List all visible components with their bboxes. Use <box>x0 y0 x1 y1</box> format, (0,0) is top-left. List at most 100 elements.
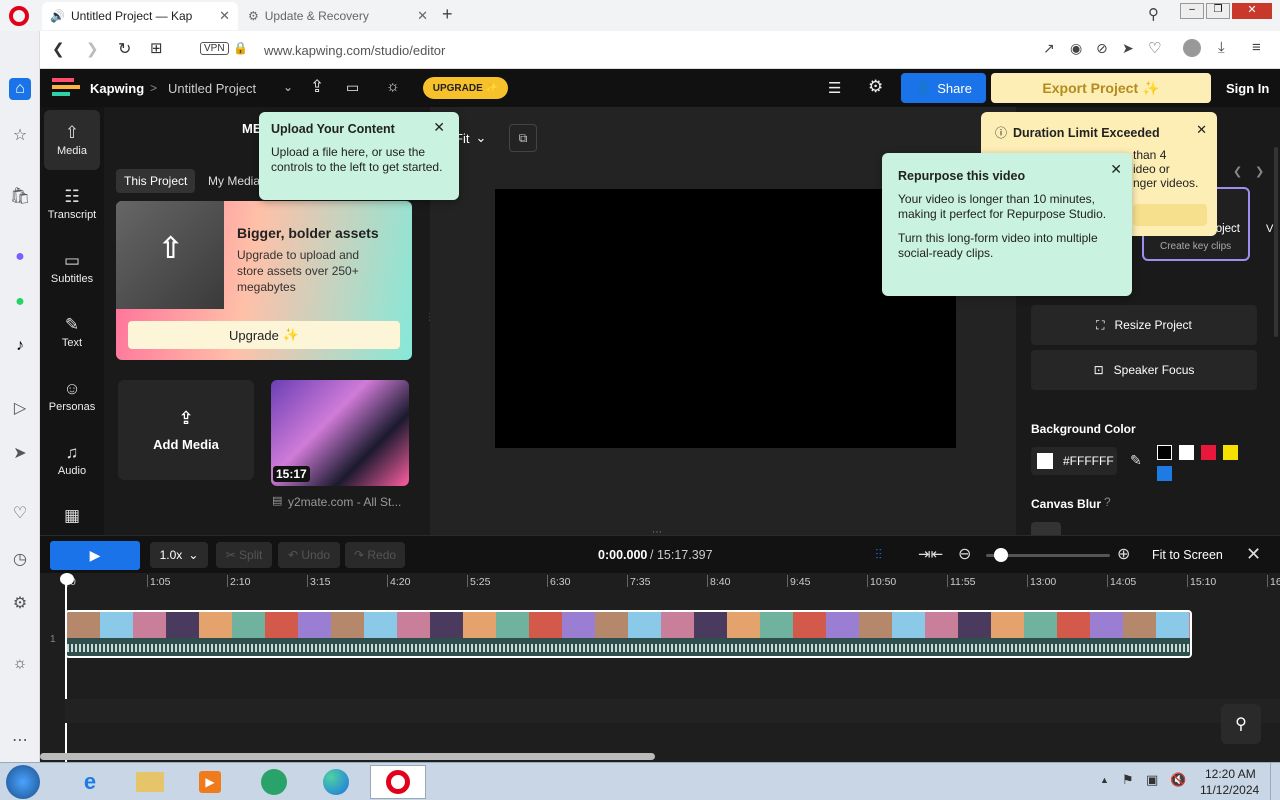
clip-name[interactable]: y2mate.com - All St... <box>288 495 401 509</box>
tab-update-recovery[interactable]: ⚙ Update & Recovery ✕ <box>240 2 436 30</box>
close-window-button[interactable]: ✕ <box>1232 3 1272 19</box>
fit-to-screen-button[interactable]: Fit to Screen <box>1152 548 1223 562</box>
nav-personas[interactable]: ☺ Personas <box>44 366 100 426</box>
brand-name[interactable]: Kapwing <box>90 81 144 96</box>
close-icon[interactable]: ✕ <box>1196 122 1207 138</box>
help-icon[interactable]: ? <box>1104 495 1111 509</box>
home-icon[interactable]: ⌂ <box>9 78 31 100</box>
zoom-slider-thumb[interactable] <box>994 548 1008 562</box>
minimize-button[interactable]: – <box>1180 3 1204 19</box>
horizontal-scrollbar[interactable] <box>40 753 655 760</box>
promo-upgrade-button[interactable]: Upgrade ✨ <box>128 321 400 349</box>
block-icon[interactable]: ⊘ <box>1096 40 1108 57</box>
timeline-search-button[interactable]: ⚲ <box>1221 704 1261 744</box>
lock-ratio-button[interactable]: ⧉ <box>509 124 537 152</box>
history-icon[interactable]: ◷ <box>9 548 31 570</box>
chevron-down-icon[interactable]: ⌄ <box>283 80 293 94</box>
taskbar-ie[interactable]: e <box>62 765 118 799</box>
new-tab-icon[interactable]: + <box>442 4 453 25</box>
settings-icon[interactable]: ⚙ <box>868 77 883 97</box>
fit-dropdown[interactable]: Fit ⌄ <box>455 125 486 151</box>
swatch-yellow[interactable] <box>1223 445 1238 460</box>
tab-untitled-project[interactable]: 🔊 Untitled Project — Kap ✕ <box>42 2 238 30</box>
share-button[interactable]: 👤 Share <box>901 73 986 103</box>
speed-dropdown[interactable]: 1.0x ⌄ <box>150 542 208 568</box>
bag-icon[interactable]: 🛍 <box>9 185 31 207</box>
carousel-left-icon[interactable]: ❮ <box>1233 165 1242 178</box>
swatch-white[interactable] <box>1179 445 1194 460</box>
carousel-right-icon[interactable]: ❯ <box>1255 165 1264 178</box>
kapwing-logo-icon[interactable] <box>52 78 80 98</box>
split-button[interactable]: ✂ Split <box>216 542 272 568</box>
download-icon[interactable]: ⤓ <box>1218 39 1225 56</box>
comments-icon[interactable]: ☰ <box>828 79 841 97</box>
close-timeline-icon[interactable]: ✕ <box>1246 544 1261 565</box>
taskbar-app-green[interactable] <box>246 765 302 799</box>
project-name[interactable]: Untitled Project <box>168 81 256 96</box>
volume-icon[interactable]: 🔇 <box>1170 772 1186 788</box>
zoom-out-icon[interactable]: ⊖ <box>958 544 971 564</box>
nav-videos[interactable]: ▦ <box>44 495 100 535</box>
video-clip-track[interactable] <box>65 610 1192 658</box>
undo-button[interactable]: ↶ Undo <box>278 542 340 568</box>
player-icon[interactable]: ▷ <box>9 397 31 419</box>
send-icon[interactable]: ➤ <box>1122 40 1134 57</box>
share-page-icon[interactable]: ↗ <box>1043 40 1055 57</box>
search-tabs-icon[interactable]: ⚲ <box>1148 5 1159 23</box>
network-icon[interactable]: ▣ <box>1146 772 1158 788</box>
export-project-button[interactable]: Export Project ✨ <box>991 73 1211 103</box>
tiktok-icon[interactable]: ♪ <box>9 335 31 357</box>
nav-audio[interactable]: ♫ Audio <box>44 430 100 490</box>
tab-my-media[interactable]: My Media <box>208 169 260 193</box>
sign-in-link[interactable]: Sign In <box>1226 81 1269 96</box>
playhead[interactable] <box>60 573 74 585</box>
settings-side-icon[interactable]: ⚙ <box>9 592 31 614</box>
star-icon[interactable]: ☆ <box>9 124 31 146</box>
menu-icon[interactable]: ≡ <box>1252 39 1261 56</box>
fit-width-icon[interactable]: ⇥⇤ <box>918 545 943 563</box>
camera-icon[interactable]: ◉ <box>1070 40 1082 57</box>
nav-media[interactable]: ⇧ Media <box>44 110 100 170</box>
profile-icon[interactable] <box>1183 39 1201 57</box>
clock-time[interactable]: 12:20 AM <box>1205 767 1256 781</box>
right-scrollbar[interactable] <box>1274 147 1278 337</box>
eyedropper-icon[interactable]: ✎ <box>1130 452 1142 469</box>
swatch-blue[interactable] <box>1157 466 1172 481</box>
send-side-icon[interactable]: ➤ <box>9 442 31 464</box>
close-icon[interactable]: ✕ <box>433 120 445 135</box>
lightbulb-tips-icon[interactable]: ☼ <box>386 78 400 95</box>
redo-button[interactable]: ↷ Redo <box>345 542 405 568</box>
whatsapp-icon[interactable]: ● <box>9 291 31 313</box>
nav-text[interactable]: ✎ Text <box>44 302 100 362</box>
timeline-ruler[interactable]: 01:052:103:154:205:256:307:358:409:4510:… <box>40 573 1280 593</box>
show-desktop-button[interactable] <box>1270 763 1280 800</box>
blur-toggle[interactable] <box>1031 522 1061 535</box>
heart-icon[interactable]: ♡ <box>1148 39 1161 57</box>
more-icon[interactable]: ⋯ <box>9 729 31 751</box>
taskbar-edge[interactable] <box>308 765 364 799</box>
forward-icon[interactable]: ❯ <box>86 40 99 58</box>
tray-up-arrow-icon[interactable]: ▲ <box>1100 775 1109 785</box>
nav-transcript[interactable]: ☷ Transcript <box>44 174 100 234</box>
opera-logo-icon[interactable] <box>9 6 29 26</box>
taskbar-media-player[interactable]: ▶ <box>182 765 238 799</box>
swatch-red[interactable] <box>1201 445 1216 460</box>
add-media-button[interactable]: ⇪ Add Media <box>118 380 254 480</box>
snap-icon[interactable]: ⫶⫶ <box>875 546 882 563</box>
messenger-icon[interactable]: ● <box>9 246 31 268</box>
tabs-grid-icon[interactable]: ⊞ <box>150 39 163 57</box>
heart-side-icon[interactable]: ♡ <box>9 502 31 524</box>
nav-subtitles[interactable]: ▭ Subtitles <box>44 238 100 298</box>
back-icon[interactable]: ❮ <box>52 40 65 58</box>
url-text[interactable]: www.kapwing.com/studio/editor <box>264 43 445 58</box>
background-color-input[interactable]: #FFFFFF <box>1031 447 1117 475</box>
resize-project-button[interactable]: ⛶ Resize Project <box>1031 305 1257 345</box>
swatch-black[interactable] <box>1157 445 1172 460</box>
zoom-in-icon[interactable]: ⊕ <box>1117 544 1130 564</box>
play-button[interactable]: ▶ <box>50 541 140 570</box>
tab-this-project[interactable]: This Project <box>116 169 196 193</box>
taskbar-explorer[interactable] <box>122 765 178 799</box>
upgrade-button[interactable]: UPGRADE ✨ <box>423 77 508 99</box>
popup-action-button[interactable] <box>1133 204 1207 226</box>
zoom-slider[interactable] <box>986 548 1110 562</box>
